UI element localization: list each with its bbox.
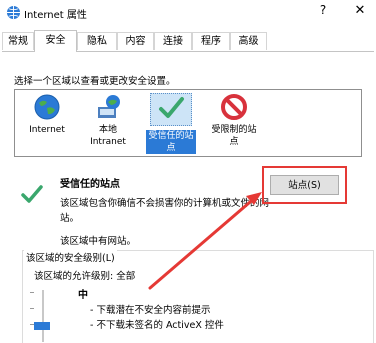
tab-advanced[interactable]: 高级 [230, 32, 267, 50]
zone-local-intranet[interactable]: 本地 Intranet [79, 93, 137, 148]
security-level-slider-track[interactable] [42, 290, 44, 342]
allowed-levels-text: 该区域的允许级别: 全部 [34, 271, 136, 282]
security-level-name: 中 [78, 290, 88, 301]
zone-description: 该区域包含你确信不会损害你的计算机或文件的网站。 [60, 198, 270, 224]
tab-connections[interactable]: 连接 [154, 32, 192, 50]
security-level-detail-1: - 下载潜在不安全内容前提示 [90, 305, 211, 316]
window-title: Internet 属性 [24, 10, 87, 21]
zone-local-intranet-label: 本地 Intranet [90, 125, 126, 147]
security-level-slider-thumb[interactable] [34, 322, 50, 330]
zone-trusted-sites-label: 受信任的站 点 [146, 130, 196, 154]
zone-note: 该区域中有网站。 [60, 236, 137, 247]
zone-instruction: 选择一个区域以查看或更改安全设置。 [14, 76, 176, 87]
security-level-detail-2: - 不下载未签名的 ActiveX 控件 [90, 320, 224, 331]
checkmark-icon [159, 97, 184, 118]
intranet-icon [98, 95, 120, 118]
restricted-icon [221, 94, 247, 120]
tab-security[interactable]: 安全 [34, 30, 77, 52]
security-level-legend: 该区域的安全级别(L) [24, 250, 117, 264]
zone-trusted-sites[interactable]: 受信任的站 点 [142, 93, 200, 154]
tab-general[interactable]: 常规 [2, 32, 34, 50]
tab-programs[interactable]: 程序 [192, 32, 230, 50]
security-level-details: - 下载潜在不安全内容前提示 - 不下载未签名的 ActiveX 控件 [90, 303, 224, 333]
close-button[interactable]: ✕ [350, 3, 370, 18]
zone-internet[interactable]: Internet [18, 93, 76, 136]
zone-internet-label: Internet [29, 125, 65, 135]
help-button[interactable]: ? [313, 3, 333, 17]
trusted-sites-checkmark-icon [21, 185, 43, 203]
globe-icon [34, 94, 60, 120]
internet-options-icon [6, 5, 21, 20]
sites-button[interactable]: 站点(S) [270, 175, 339, 195]
zone-list: Internet 本地 Intranet 受信任的站 点 受限制的站 点 [14, 89, 362, 157]
zone-trusted-icon-wrap [150, 93, 192, 126]
tab-privacy[interactable]: 隐私 [77, 32, 117, 50]
title-bar: Internet 属性 ? ✕ [0, 0, 376, 28]
zone-title: 受信任的站点 [60, 179, 120, 190]
slider-tick [30, 308, 34, 309]
zone-restricted-sites[interactable]: 受限制的站 点 [205, 93, 263, 148]
tab-content[interactable]: 内容 [117, 32, 154, 50]
zone-restricted-sites-label: 受限制的站 点 [211, 125, 257, 147]
slider-tick [30, 292, 34, 293]
